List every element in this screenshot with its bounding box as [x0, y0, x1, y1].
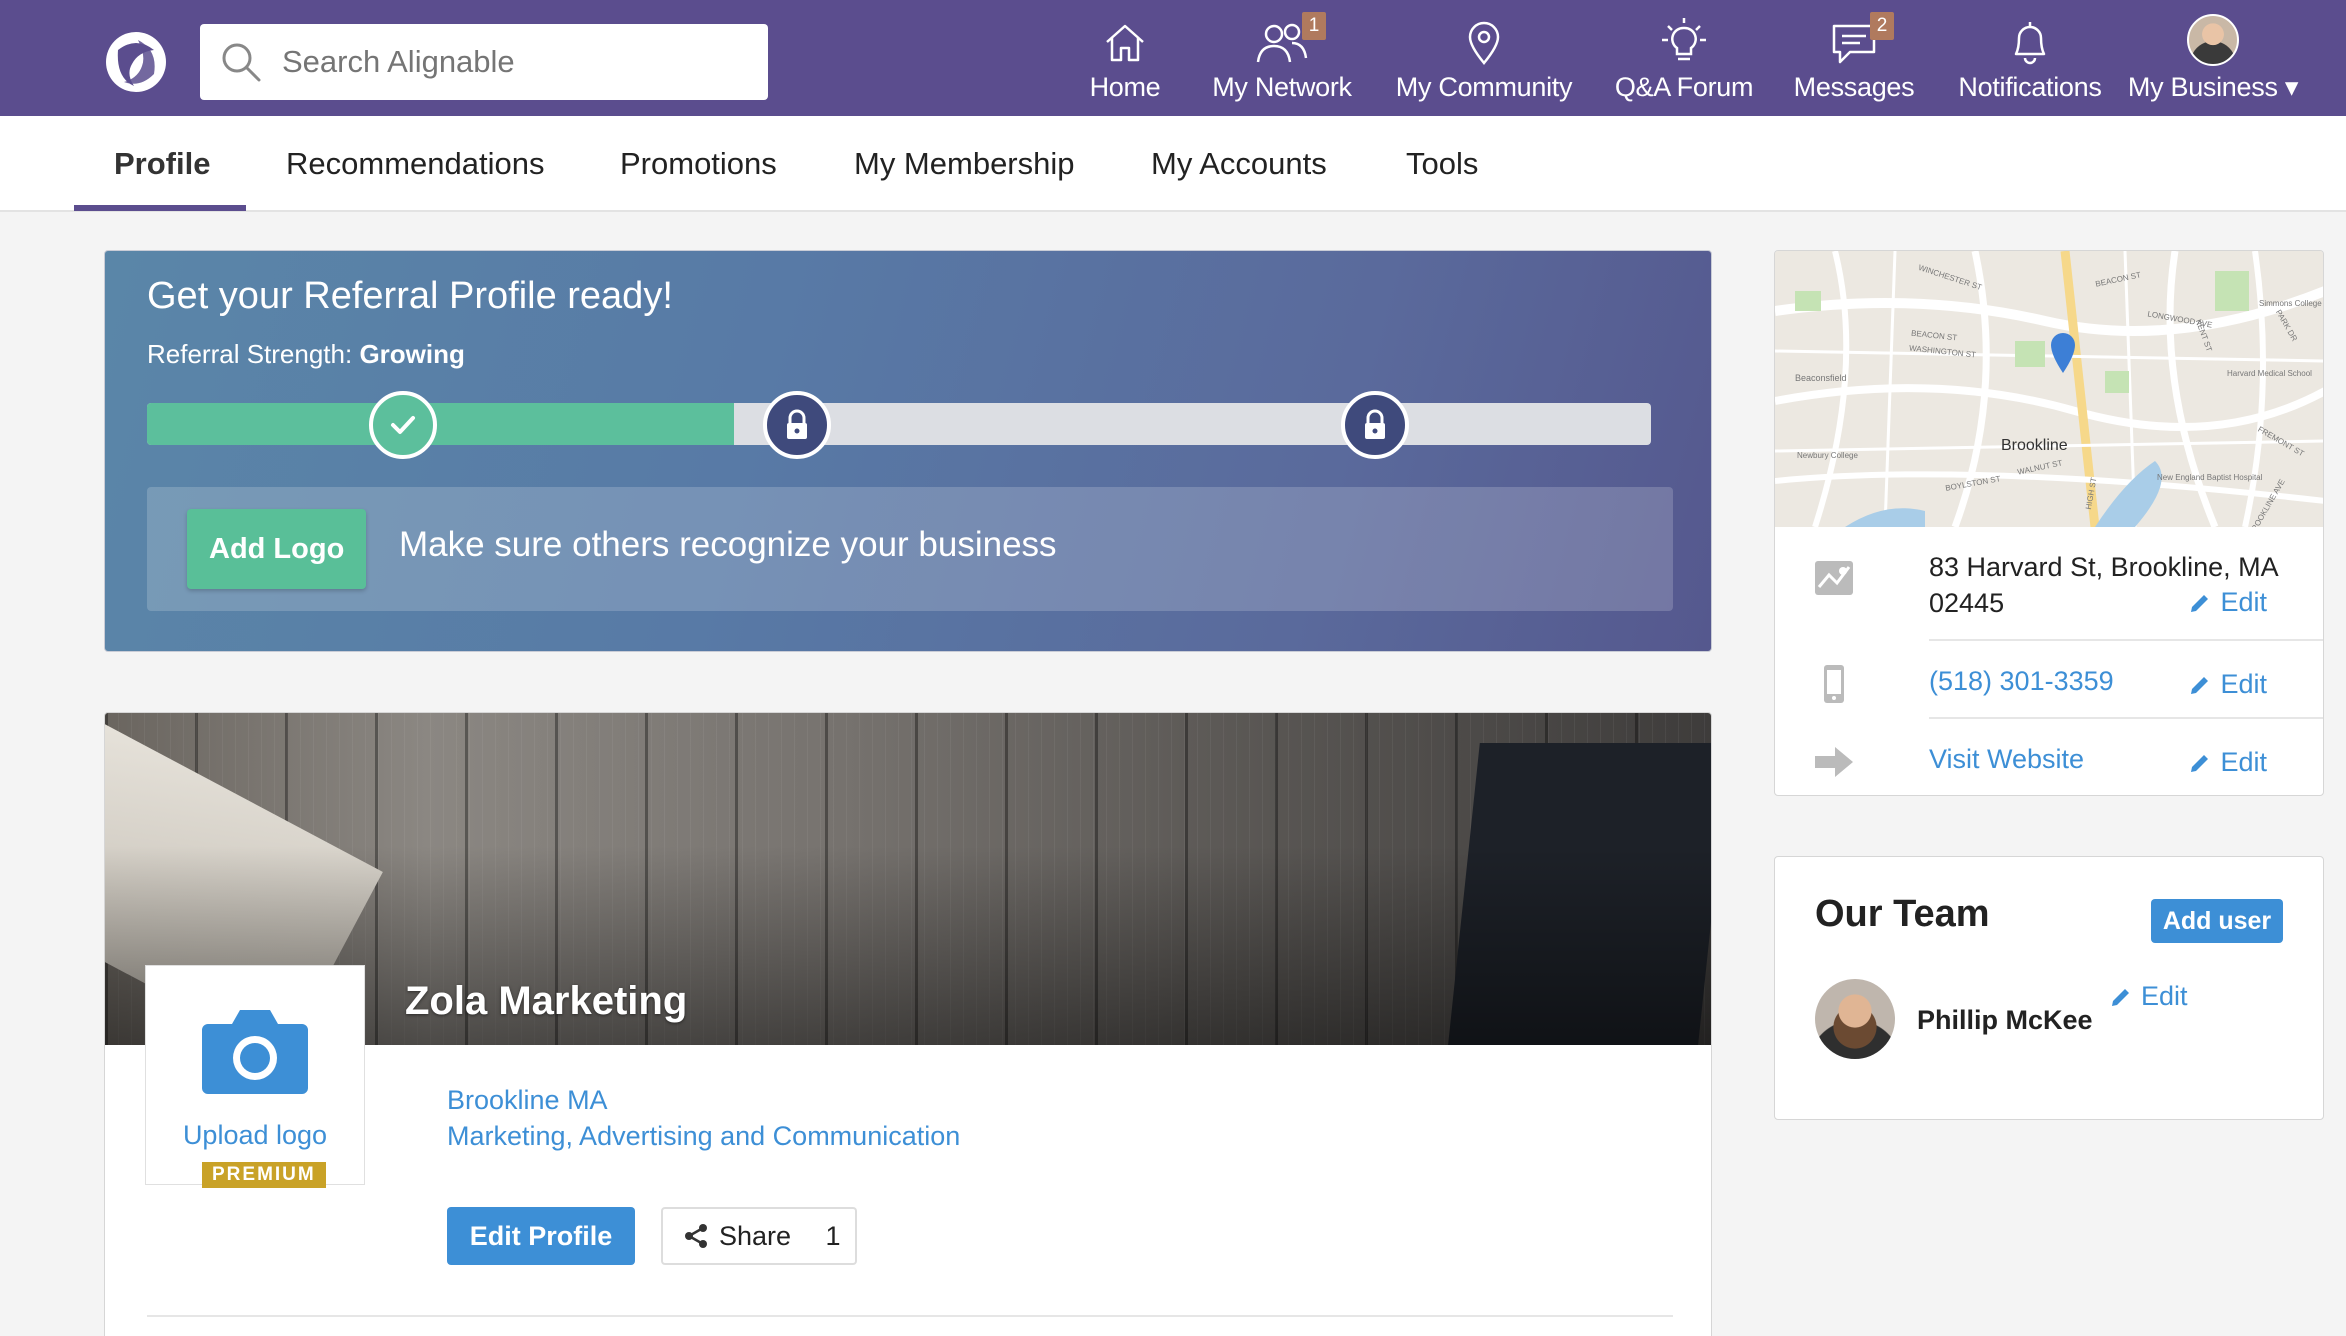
referral-progress-fill: [147, 403, 734, 445]
edit-label: Edit: [2220, 669, 2267, 699]
add-logo-button[interactable]: Add Logo: [187, 509, 367, 589]
referral-strength: Referral Strength: Growing: [147, 339, 465, 370]
member-avatar[interactable]: [1815, 979, 1895, 1059]
business-category-link[interactable]: Marketing, Advertising and Communication: [447, 1121, 960, 1152]
nav-my-business[interactable]: My Business ▾: [2124, 0, 2302, 116]
edit-profile-button[interactable]: Edit Profile: [447, 1207, 635, 1265]
milestone-lock-icon: [763, 391, 831, 459]
active-tab-indicator: [74, 205, 246, 211]
website-row: Visit Website Edit: [1813, 733, 2287, 793]
divider: [1929, 639, 2323, 641]
team-title: Our Team: [1815, 893, 1990, 935]
address-row: 83 Harvard St, Brookline, MA 02445 Edit: [1813, 547, 2287, 623]
map-label: Brookline: [2001, 437, 2068, 454]
map-icon: [1815, 561, 1853, 595]
edit-label: Edit: [2141, 981, 2188, 1011]
search-bar[interactable]: [200, 24, 768, 100]
share-count: 1: [811, 1207, 857, 1265]
home-icon: [1106, 24, 1144, 62]
edit-label: Edit: [2220, 747, 2267, 777]
nav-home-label: Home: [1089, 72, 1161, 102]
upload-logo-link[interactable]: Upload logo: [146, 1120, 364, 1151]
milestone-check-icon: [369, 391, 437, 459]
upload-logo-box[interactable]: Upload logo PREMIUM: [145, 965, 365, 1188]
nav-messages-label: Messages: [1793, 72, 1915, 102]
visit-website-link[interactable]: Visit Website: [1929, 741, 2084, 777]
map-label: New England Baptist Hospital: [2157, 473, 2263, 482]
referral-strength-label: Referral Strength:: [147, 339, 353, 369]
phone-icon: [1824, 665, 1844, 703]
camera-icon: [202, 1010, 308, 1094]
network-badge: 1: [1302, 12, 1326, 40]
referral-task-box: Add Logo Make sure others recognize your…: [147, 487, 1673, 611]
profile-tabs: Profile Recommendations Promotions My Me…: [0, 116, 2346, 212]
pencil-icon: [2191, 754, 2209, 772]
alignable-logo-icon[interactable]: [104, 30, 168, 94]
nav-my-community[interactable]: My Community: [1394, 0, 1574, 116]
map-label: Newbury College: [1797, 451, 1858, 460]
tab-tools[interactable]: Tools: [1406, 116, 1478, 212]
location-pin-icon: [1468, 21, 1500, 65]
tab-my-accounts[interactable]: My Accounts: [1151, 116, 1327, 212]
pencil-icon: [2191, 676, 2209, 694]
referral-task-message: Make sure others recognize your business: [399, 525, 1057, 564]
nav-my-network[interactable]: 1 My Network: [1208, 0, 1356, 116]
top-nav-bar: Home 1 My Network My Community: [0, 0, 2346, 116]
pencil-icon: [2191, 594, 2209, 612]
nav-notifications[interactable]: Notifications: [1956, 0, 2104, 116]
referral-profile-card: Get your Referral Profile ready! Referra…: [104, 250, 1712, 652]
add-user-button[interactable]: Add user: [2151, 899, 2283, 943]
nav-qa-forum[interactable]: Q&A Forum: [1614, 0, 1754, 116]
referral-strength-value: Growing: [359, 339, 465, 369]
nav-messages[interactable]: 2 Messages: [1792, 0, 1916, 116]
user-avatar: [2187, 14, 2239, 66]
edit-member-link[interactable]: Edit: [2109, 981, 2188, 1012]
nav-notifications-label: Notifications: [1958, 72, 2102, 102]
edit-phone-link[interactable]: Edit: [2188, 669, 2267, 700]
contact-card: Brookline WINCHESTER ST BEACON ST LONGWO…: [1774, 250, 2324, 796]
tab-promotions[interactable]: Promotions: [620, 116, 777, 212]
phone-link[interactable]: (518) 301-3359: [1929, 663, 2114, 699]
messages-badge: 2: [1870, 12, 1894, 40]
location-map[interactable]: Brookline WINCHESTER ST BEACON ST LONGWO…: [1775, 251, 2323, 527]
edit-website-link[interactable]: Edit: [2188, 747, 2267, 778]
premium-badge: PREMIUM: [202, 1162, 326, 1188]
business-location-link[interactable]: Brookline MA: [447, 1085, 608, 1116]
tab-my-membership[interactable]: My Membership: [854, 116, 1075, 212]
referral-title: Get your Referral Profile ready!: [147, 275, 673, 317]
lightbulb-icon: [1662, 18, 1706, 61]
nav-qa-forum-label: Q&A Forum: [1614, 72, 1754, 102]
phone-row: (518) 301-3359 Edit: [1813, 655, 2287, 715]
search-icon: [222, 43, 261, 82]
map-label: Harvard Medical School: [2227, 369, 2312, 378]
share-label: Share: [718, 1220, 792, 1251]
business-name: Zola Marketing: [405, 979, 688, 1023]
divider: [147, 1315, 1673, 1317]
share-icon: [684, 1224, 707, 1248]
nav-my-community-label: My Community: [1395, 72, 1573, 102]
milestone-lock-icon: [1341, 391, 1409, 459]
bell-icon: [2014, 22, 2046, 65]
nav-my-network-label: My Network: [1212, 72, 1352, 102]
map-label: Beaconsfield: [1795, 373, 1847, 383]
search-input[interactable]: [282, 44, 762, 80]
pencil-icon: [2112, 988, 2129, 1006]
member-name[interactable]: Phillip McKee: [1917, 1005, 2093, 1036]
tab-recommendations[interactable]: Recommendations: [286, 116, 544, 212]
map-label: Simmons College: [2259, 299, 2322, 308]
tab-profile[interactable]: Profile: [114, 116, 210, 212]
our-team-card: Our Team Add user Phillip McKee Edit: [1774, 856, 2324, 1120]
divider: [1929, 717, 2323, 719]
nav-home[interactable]: Home: [1080, 0, 1170, 116]
edit-address-link[interactable]: Edit: [2188, 587, 2267, 618]
share-button[interactable]: Share: [661, 1207, 813, 1265]
edit-label: Edit: [2220, 587, 2267, 617]
arrow-right-icon: [1815, 747, 1853, 777]
business-profile-card: Zola Marketing Upload logo PREMIUM Brook…: [104, 712, 1712, 1336]
nav-my-business-label: My Business ▾: [2127, 72, 2299, 102]
